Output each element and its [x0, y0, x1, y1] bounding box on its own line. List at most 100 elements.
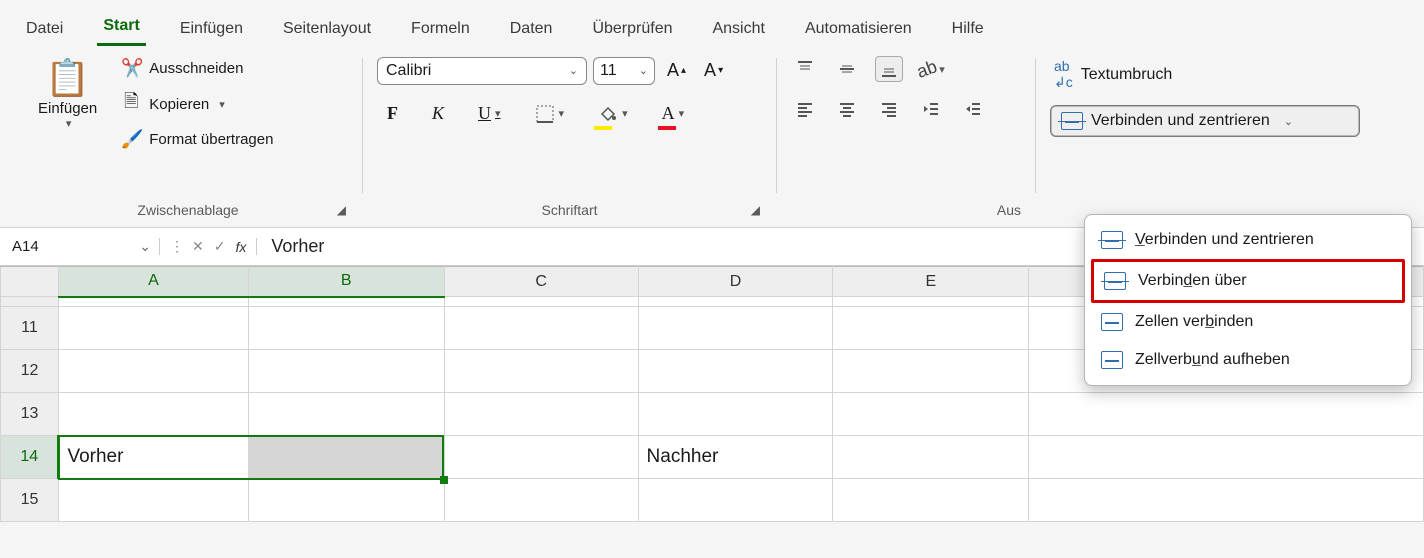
- row-header-11[interactable]: 11: [1, 307, 59, 350]
- enter-icon[interactable]: ✓: [214, 238, 226, 255]
- font-size-select[interactable]: 11 ⌄: [593, 57, 655, 85]
- col-header-C[interactable]: C: [444, 267, 638, 297]
- increase-indent-button[interactable]: [959, 96, 987, 122]
- paste-button[interactable]: 📋 Einfügen ▾: [28, 56, 107, 134]
- merge-center-icon: [1061, 112, 1083, 130]
- cell-C13[interactable]: [444, 393, 638, 436]
- group-alignment: ab ▾: [781, 56, 1031, 221]
- col-header-D[interactable]: D: [638, 267, 833, 297]
- dd-merge-across[interactable]: Verbinden über: [1091, 259, 1405, 303]
- cell[interactable]: [1029, 393, 1424, 436]
- dd-merge-cells-label: Zellen verbinden: [1135, 313, 1253, 331]
- cancel-icon[interactable]: ✕: [192, 238, 204, 255]
- cell-A14[interactable]: Vorher: [58, 436, 248, 479]
- cell-C15[interactable]: [444, 479, 638, 522]
- ribbon: 📋 Einfügen ▾ ✂️ Ausschneiden 🗎 Kopieren …: [0, 46, 1424, 228]
- align-middle-button[interactable]: [833, 56, 861, 82]
- fill-color-button[interactable]: ▾: [592, 100, 634, 128]
- cell-D15[interactable]: [638, 479, 833, 522]
- orientation-button[interactable]: ab ▾: [917, 56, 945, 82]
- name-box[interactable]: A14 ⌄: [0, 238, 160, 255]
- merge-center-button[interactable]: Verbinden und zentrieren ⌄: [1050, 105, 1360, 137]
- align-left-button[interactable]: [791, 96, 819, 122]
- align-center-button[interactable]: [833, 96, 861, 122]
- font-dialog-launcher[interactable]: ◢: [749, 201, 762, 219]
- col-header-E[interactable]: E: [833, 267, 1029, 297]
- group-label-clipboard: Zwischenablage: [137, 202, 238, 218]
- cell-A11[interactable]: [58, 307, 248, 350]
- chevron-down-icon: ▾: [939, 63, 945, 76]
- cell-D11[interactable]: [638, 307, 833, 350]
- cell[interactable]: [58, 297, 248, 307]
- col-header-A[interactable]: A: [58, 267, 248, 297]
- copy-button[interactable]: 🗎 Kopieren ▾: [115, 87, 279, 121]
- cell-C12[interactable]: [444, 350, 638, 393]
- col-header-B[interactable]: B: [248, 267, 444, 297]
- align-bottom-button[interactable]: [875, 56, 903, 82]
- row-header-13[interactable]: 13: [1, 393, 59, 436]
- cell[interactable]: [1029, 436, 1424, 479]
- cell[interactable]: [833, 297, 1029, 307]
- cell-C11[interactable]: [444, 307, 638, 350]
- cell-D14[interactable]: Nachher: [638, 436, 833, 479]
- handle-icon[interactable]: ⋮: [170, 238, 182, 255]
- cell-A13[interactable]: [58, 393, 248, 436]
- cell-D13[interactable]: [638, 393, 833, 436]
- cell-B11[interactable]: [248, 307, 444, 350]
- row-header-10-partial[interactable]: [1, 297, 59, 307]
- tab-einfuegen[interactable]: Einfügen: [174, 16, 249, 46]
- font-name-select[interactable]: Calibri ⌄: [377, 57, 587, 85]
- cell-E15[interactable]: [833, 479, 1029, 522]
- decrease-indent-button[interactable]: [917, 96, 945, 122]
- tab-automatisieren[interactable]: Automatisieren: [799, 16, 918, 46]
- cell-E11[interactable]: [833, 307, 1029, 350]
- tab-datei[interactable]: Datei: [20, 16, 69, 46]
- borders-button[interactable]: ▾: [529, 100, 571, 128]
- cell-A15[interactable]: [58, 479, 248, 522]
- cell[interactable]: [248, 297, 444, 307]
- select-all-corner[interactable]: [1, 267, 59, 297]
- dd-merge-cells[interactable]: Zellen verbinden: [1091, 303, 1405, 341]
- cell[interactable]: [1029, 479, 1424, 522]
- cell[interactable]: [444, 297, 638, 307]
- cell-E14[interactable]: [833, 436, 1029, 479]
- dd-unmerge[interactable]: Zellverbund aufheben: [1091, 341, 1405, 379]
- cell-B14[interactable]: [248, 436, 444, 479]
- bold-button[interactable]: F: [381, 99, 404, 128]
- merge-across-icon: [1104, 272, 1126, 290]
- cell-D12[interactable]: [638, 350, 833, 393]
- align-right-button[interactable]: [875, 96, 903, 122]
- merge-cells-icon: [1101, 313, 1123, 331]
- format-painter-button[interactable]: 🖌️ Format übertragen: [115, 127, 279, 152]
- tab-daten[interactable]: Daten: [504, 16, 559, 46]
- row-header-12[interactable]: 12: [1, 350, 59, 393]
- dd-merge-center[interactable]: Verbinden und zentrieren: [1091, 221, 1405, 259]
- wrap-text-button[interactable]: ab↲c Textumbruch: [1050, 56, 1360, 93]
- increase-font-button[interactable]: A▴: [661, 56, 692, 85]
- row-header-15[interactable]: 15: [1, 479, 59, 522]
- cell-B15[interactable]: [248, 479, 444, 522]
- fx-icon[interactable]: fx: [235, 239, 246, 255]
- cell-A12[interactable]: [58, 350, 248, 393]
- group-clipboard: 📋 Einfügen ▾ ✂️ Ausschneiden 🗎 Kopieren …: [18, 56, 358, 221]
- tab-hilfe[interactable]: Hilfe: [946, 16, 990, 46]
- font-color-button[interactable]: A ▾: [656, 99, 691, 128]
- cell-E12[interactable]: [833, 350, 1029, 393]
- cell-E13[interactable]: [833, 393, 1029, 436]
- cell-C14[interactable]: [444, 436, 638, 479]
- tab-start[interactable]: Start: [97, 13, 145, 46]
- tab-formeln[interactable]: Formeln: [405, 16, 476, 46]
- underline-button[interactable]: U▾: [472, 99, 507, 128]
- align-top-button[interactable]: [791, 56, 819, 82]
- cell-B12[interactable]: [248, 350, 444, 393]
- cell[interactable]: [638, 297, 833, 307]
- italic-button[interactable]: K: [426, 99, 450, 128]
- row-header-14[interactable]: 14: [1, 436, 59, 479]
- cell-B13[interactable]: [248, 393, 444, 436]
- tab-ueberpruefen[interactable]: Überprüfen: [586, 16, 678, 46]
- cut-button[interactable]: ✂️ Ausschneiden: [115, 56, 279, 81]
- clipboard-dialog-launcher[interactable]: ◢: [335, 201, 348, 219]
- tab-seitenlayout[interactable]: Seitenlayout: [277, 16, 377, 46]
- decrease-font-button[interactable]: A▾: [698, 56, 729, 85]
- tab-ansicht[interactable]: Ansicht: [706, 16, 770, 46]
